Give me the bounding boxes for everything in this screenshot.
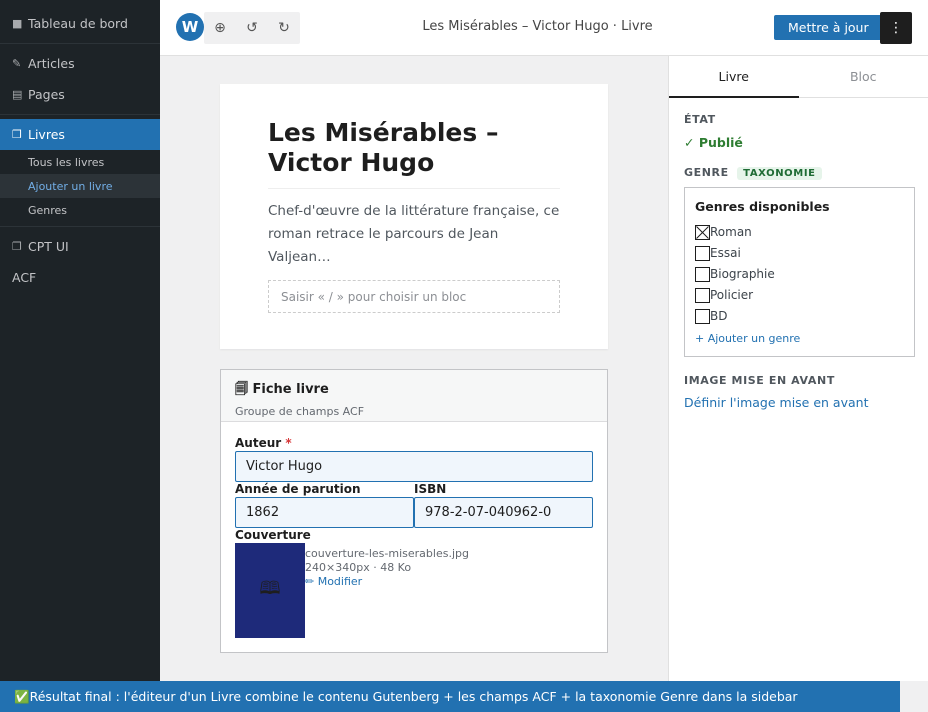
post-title[interactable]: Les Misérables – Victor Hugo (268, 118, 560, 178)
isbn-field[interactable]: 978-2-07-040962-0 (414, 497, 593, 528)
genre-label-text: GENRE (684, 166, 729, 179)
genre-option[interactable]: BD (695, 308, 727, 324)
cover-filename: couverture-les-miserables.jpg (305, 547, 469, 560)
admin-sidebar: ■ Tableau de bord ✎ Articles ▤ Pages ❒ L… (0, 0, 160, 681)
post-content-card: Les Misérables – Victor Hugo Chef-d'œuvr… (220, 84, 608, 349)
menu-item-dashboard[interactable]: ■ Tableau de bord (0, 8, 160, 39)
genre-option[interactable]: Roman (695, 224, 752, 240)
menu-separator (0, 226, 160, 227)
author-field[interactable]: Victor Hugo (235, 451, 593, 482)
genre-option-label: Essai (710, 246, 741, 260)
dashboard-icon: ■ (12, 17, 23, 30)
add-genre-link[interactable]: + Ajouter un genre (695, 332, 800, 345)
update-button[interactable]: Mettre à jour (774, 15, 883, 40)
settings-sidebar: Livre Bloc ÉTAT ✓ Publié GENRE TAXONOMIE… (668, 56, 928, 681)
menu-item-articles[interactable]: ✎ Articles (0, 48, 160, 79)
acf-title: 🗐 Fiche livre (235, 382, 329, 397)
menu-item-acf[interactable]: ACF (0, 262, 160, 293)
genres-panel: Genres disponibles Roman Essai Biographi… (684, 187, 915, 357)
pages-icon: ▤ (12, 88, 23, 101)
menu-separator (0, 114, 160, 115)
genre-option[interactable]: Biographie (695, 266, 775, 282)
title-divider (268, 188, 560, 189)
block-appender[interactable]: Saisir « / » pour choisir un bloc (268, 280, 560, 313)
genre-checkbox-bd[interactable] (695, 308, 710, 324)
acf-subtitle: Groupe de champs ACF (235, 405, 365, 418)
year-field[interactable]: 1862 (235, 497, 414, 528)
genre-option-label: Roman (710, 225, 752, 239)
genre-option-label: Policier (710, 288, 754, 302)
author-label-text: Auteur (235, 436, 282, 450)
author-label: Auteur * (235, 436, 292, 450)
menu-item-pages[interactable]: ▤ Pages (0, 79, 160, 110)
submenu-tous-les-livres[interactable]: Tous les livres (0, 150, 160, 174)
menu-label-cpt-ui: CPT UI (28, 239, 69, 254)
menu-label-articles: Articles (28, 56, 75, 71)
tab-bloc[interactable]: Bloc (799, 56, 928, 97)
isbn-label: ISBN (414, 482, 447, 496)
genres-title: Genres disponibles (695, 199, 830, 214)
result-banner: ✅Résultat final : l'éditeur d'un Livre c… (0, 681, 900, 712)
genre-checkbox-biographie[interactable] (695, 266, 710, 282)
taxonomy-badge: TAXONOMIE (737, 167, 822, 180)
genre-option-label: Biographie (710, 267, 775, 281)
menu-label-livres: Livres (28, 127, 65, 142)
cpt-icon: ❐ (12, 240, 22, 253)
genre-option[interactable]: Policier (695, 287, 753, 303)
menu-label-pages: Pages (28, 87, 65, 102)
featured-image-label: IMAGE MISE EN AVANT (684, 374, 835, 387)
settings-tabs: Livre Bloc (669, 56, 928, 98)
submenu-ajouter-un-livre[interactable]: Ajouter un livre (0, 174, 160, 198)
status-value: ✓ Publié (684, 135, 743, 150)
articles-icon: ✎ (12, 57, 22, 70)
menu-item-cpt-ui[interactable]: ❐ CPT UI (0, 231, 160, 262)
genre-option-label: BD (710, 309, 728, 323)
editor-toolbar: W ⊕ ↺ ↻ Les Misérables – Victor Hugo · L… (160, 0, 928, 56)
cover-dimensions: 240×340px · 48 Ko (305, 561, 412, 574)
menu-label-acf: ACF (12, 270, 37, 285)
genre-checkbox-roman[interactable] (695, 224, 710, 240)
tab-livre[interactable]: Livre (669, 56, 799, 98)
cover-meta: couverture-les-miserables.jpg 240×340px … (305, 547, 469, 589)
editor-canvas: Les Misérables – Victor Hugo Chef-d'œuvr… (160, 56, 668, 681)
genre-label: GENRE TAXONOMIE (684, 166, 822, 180)
cover-image[interactable]: 🕮 (235, 543, 305, 638)
cover-label: Couverture (235, 528, 311, 542)
livres-submenu: Tous les livres Ajouter un livre Genres (0, 150, 160, 222)
post-paragraph[interactable]: Chef-d'œuvre de la littérature française… (268, 200, 560, 269)
menu-label-dashboard: Tableau de bord (28, 16, 128, 31)
acf-header: 🗐 Fiche livre Groupe de champs ACF (221, 370, 607, 422)
menu-separator (0, 43, 160, 44)
status-label: ÉTAT (684, 113, 716, 126)
acf-field-group: 🗐 Fiche livre Groupe de champs ACF Auteu… (220, 369, 608, 653)
more-options-icon[interactable]: ⋮ (880, 12, 912, 44)
required-mark: * (285, 436, 292, 450)
menu-item-livres[interactable]: ❒ Livres (0, 119, 160, 150)
set-featured-image-link[interactable]: Définir l'image mise en avant (684, 395, 868, 410)
book-cover-icon: 🕮 (259, 577, 281, 599)
year-label: Année de parution (235, 482, 361, 496)
genre-checkbox-essai[interactable] (695, 245, 710, 261)
genre-checkbox-policier[interactable] (695, 287, 710, 303)
book-icon: ❒ (12, 128, 22, 141)
cover-edit-link[interactable]: ✏ Modifier (305, 575, 469, 589)
submenu-genres[interactable]: Genres (0, 198, 160, 222)
genre-option[interactable]: Essai (695, 245, 741, 261)
